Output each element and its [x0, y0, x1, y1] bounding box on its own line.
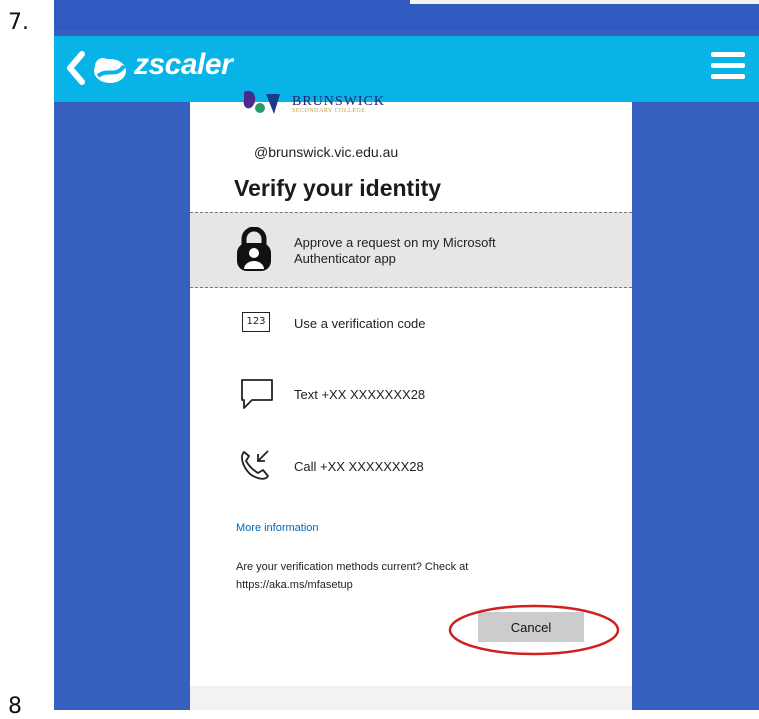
previous-screen-strip [54, 0, 759, 30]
chevron-left-icon[interactable] [64, 46, 86, 90]
hamburger-menu-icon[interactable] [711, 52, 745, 84]
option-text-message[interactable]: Text +XX XXXXXXX28 [190, 378, 632, 418]
option-label: Use a verification code [294, 316, 426, 331]
zscaler-header: zscaler [54, 36, 759, 102]
zscaler-cloud-icon [94, 58, 126, 83]
phone-call-icon [241, 450, 269, 480]
sign-in-card: BRUNSWICK SECONDARY COLLEGE @brunswick.v… [190, 90, 632, 710]
previous-screen-field [410, 0, 759, 4]
step-number: 7. [8, 10, 29, 35]
phone-screen: zscaler BRUNSWICK SECONDARY COLLEGE @bru… [54, 0, 759, 710]
step-number-next: 8 [8, 694, 22, 719]
school-crest-icon [243, 90, 280, 114]
option-label: Call +XX XXXXXXX28 [294, 459, 424, 474]
authenticator-lock-icon [237, 227, 271, 271]
option-label: Text +XX XXXXXXX28 [294, 387, 426, 402]
sms-bubble-icon [241, 379, 273, 409]
page-title: Verify your identity [234, 175, 442, 201]
more-information-link[interactable]: More information [236, 522, 319, 534]
card-footer [190, 686, 632, 710]
option-verification-code[interactable]: 123 Use a verification code [190, 306, 632, 340]
option-phone-call[interactable]: Call +XX XXXXXXX28 [190, 448, 632, 488]
option-authenticator-app[interactable]: Approve a request on my Microsoft Authen… [190, 212, 632, 288]
code-123-icon: 123 [242, 312, 270, 332]
annotation-ellipse [448, 604, 620, 656]
school-subtitle: SECONDARY COLLEGE [292, 108, 366, 114]
verification-methods-note: Are your verification methods current? C… [236, 561, 469, 591]
zscaler-logo-text: zscaler [134, 48, 233, 81]
account-email: @brunswick.vic.edu.au [254, 144, 399, 160]
option-label: Approve a request on my Microsoft Authen… [294, 235, 496, 266]
